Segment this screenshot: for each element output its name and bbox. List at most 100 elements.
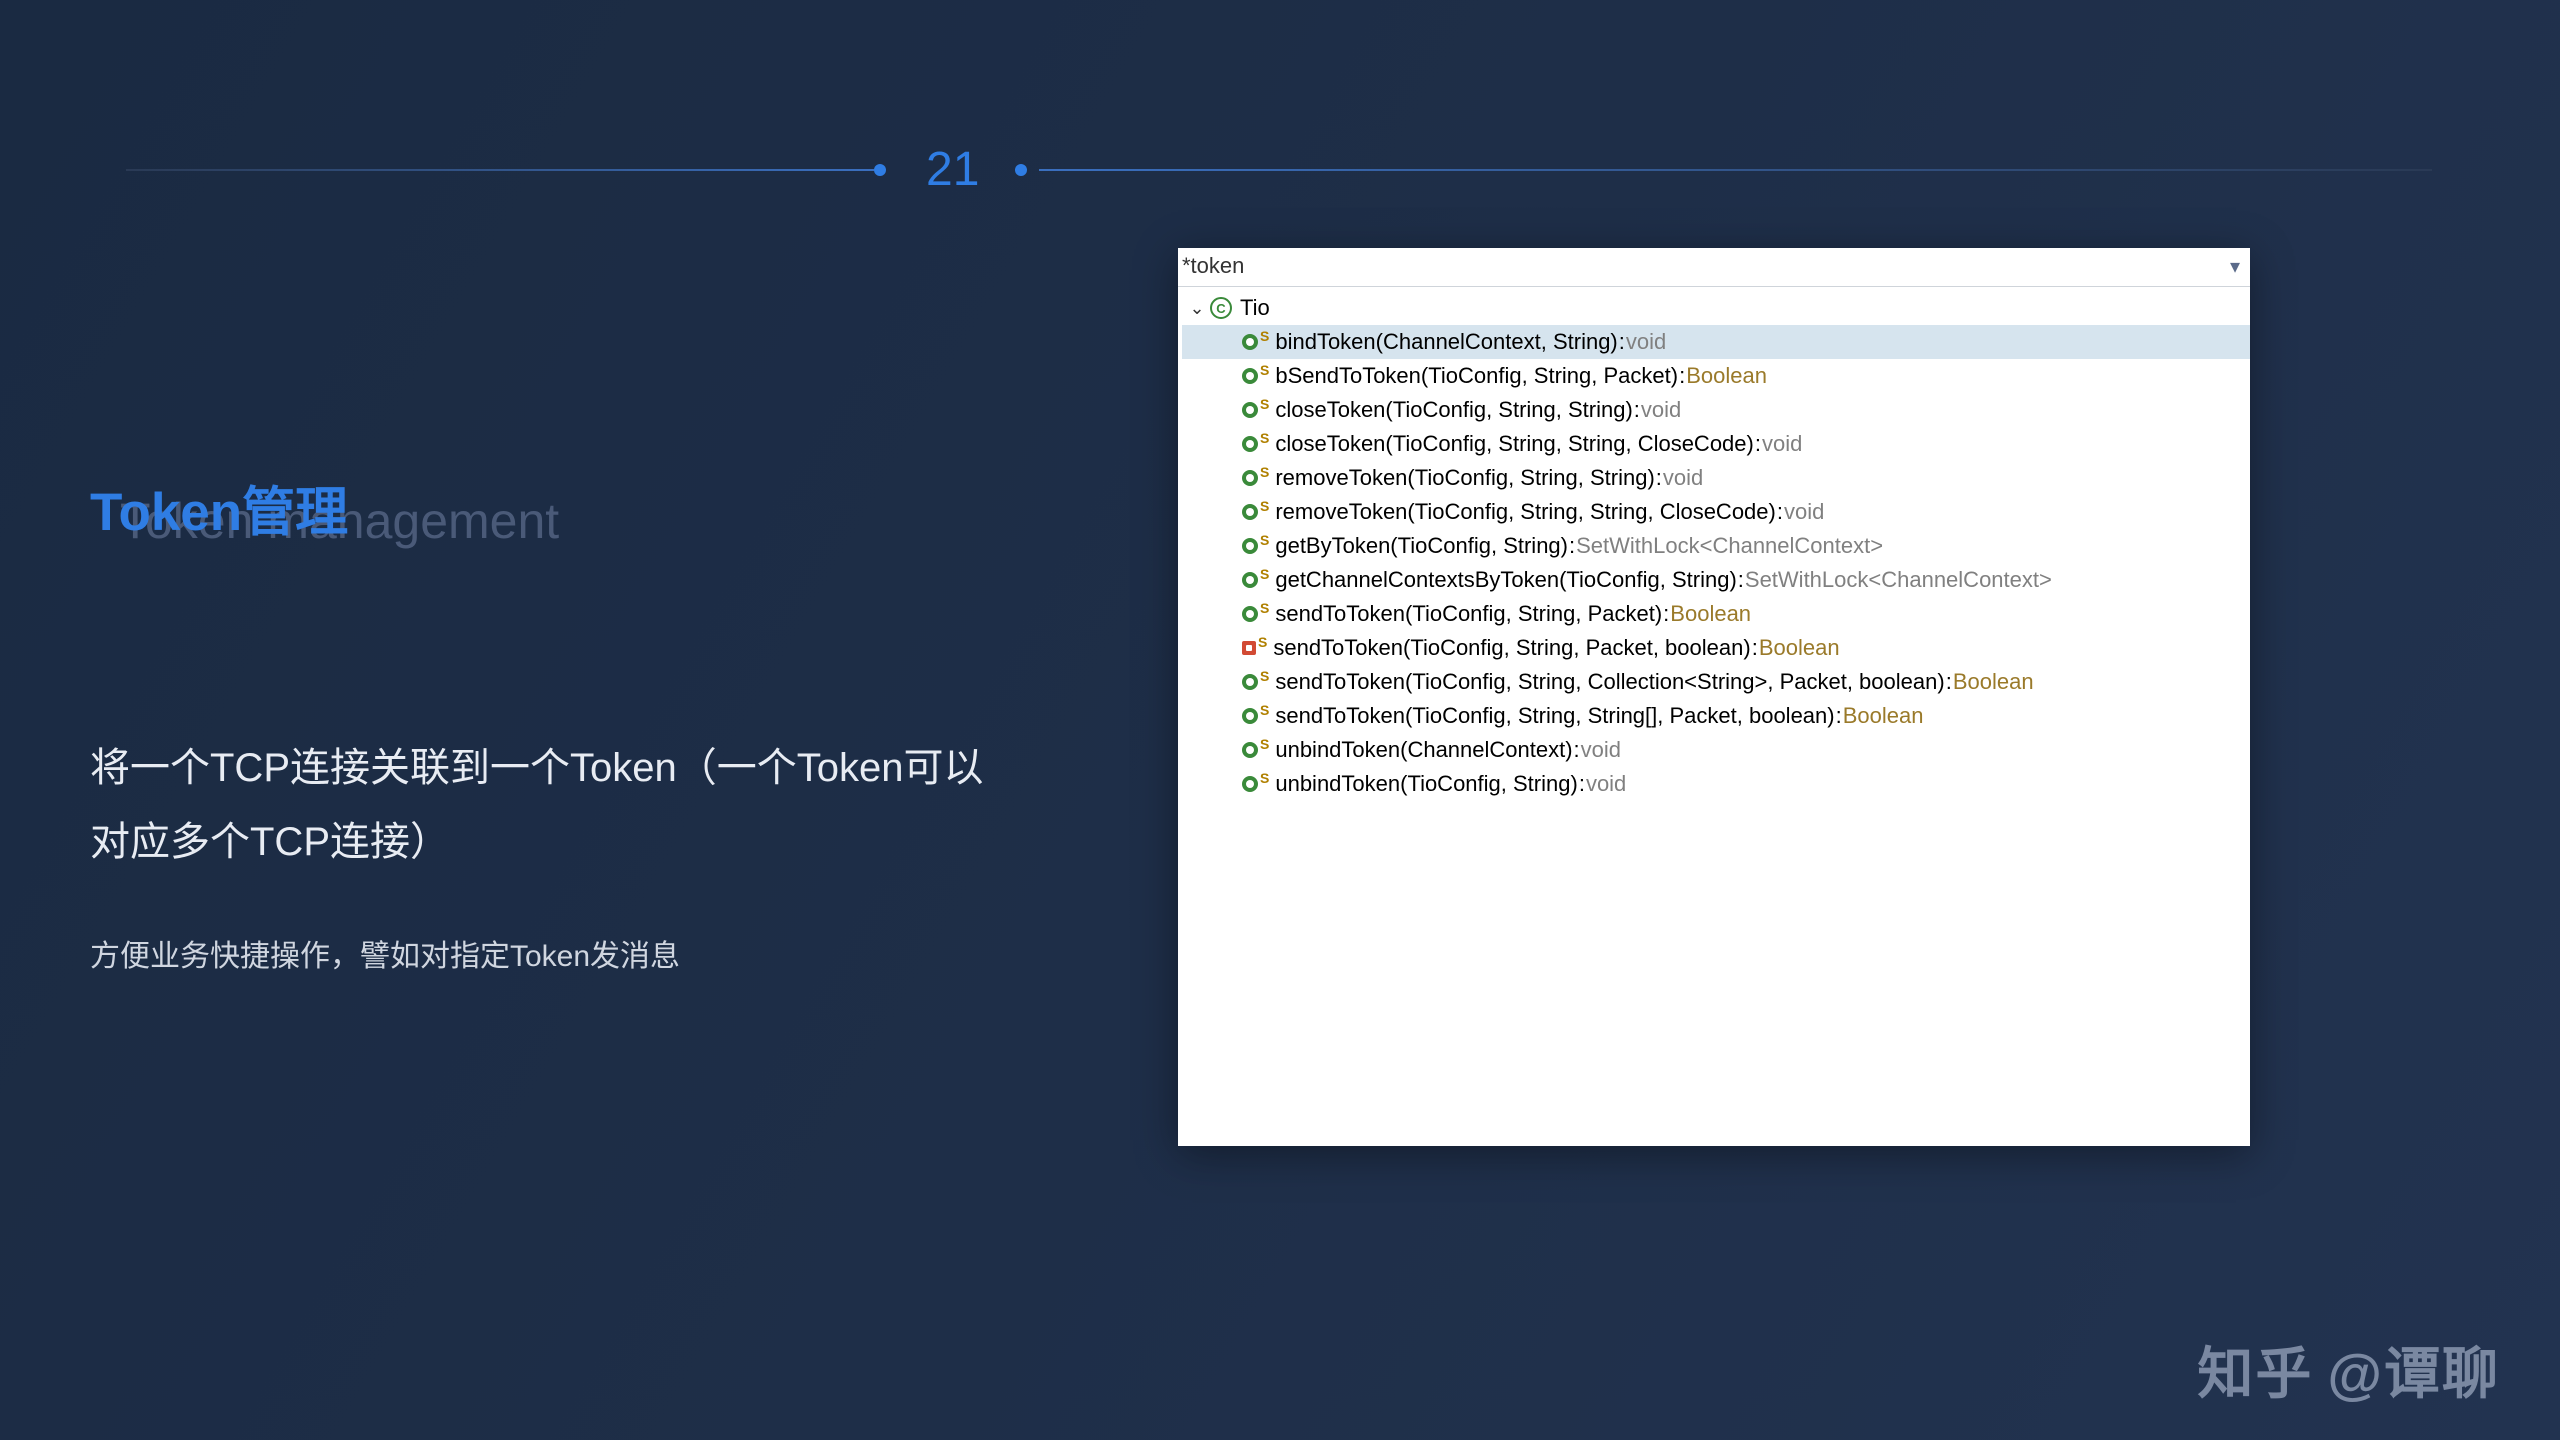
ide-method-row[interactable]: SunbindToken(ChannelContext) : void bbox=[1182, 733, 2250, 767]
ide-method-row[interactable]: SgetChannelContextsByToken(TioConfig, St… bbox=[1182, 563, 2250, 597]
ide-method-row[interactable]: SremoveToken(TioConfig, String, String) … bbox=[1182, 461, 2250, 495]
ide-tree: ⌄ C Tio SbindToken(ChannelContext, Strin… bbox=[1178, 287, 2250, 801]
method-return-type: void bbox=[1762, 431, 1802, 457]
return-separator: : bbox=[1634, 397, 1640, 423]
rule-dot-icon bbox=[1015, 164, 1027, 176]
public-method-icon bbox=[1242, 674, 1258, 690]
ide-method-row[interactable]: SunbindToken(TioConfig, String) : void bbox=[1182, 767, 2250, 801]
ide-method-row[interactable]: SbindToken(ChannelContext, String) : voi… bbox=[1182, 325, 2250, 359]
public-method-icon bbox=[1242, 538, 1258, 554]
method-return-type: void bbox=[1784, 499, 1824, 525]
return-separator: : bbox=[1619, 329, 1625, 355]
return-separator: : bbox=[1579, 771, 1585, 797]
public-method-icon bbox=[1242, 368, 1258, 384]
ide-search-row[interactable]: *token ▾ bbox=[1178, 248, 2250, 287]
static-marker-icon: S bbox=[1260, 566, 1269, 582]
static-marker-icon: S bbox=[1260, 362, 1269, 378]
watermark: 知乎@谭聊 bbox=[2197, 1329, 2500, 1410]
method-return-type: Boolean bbox=[1759, 635, 1840, 661]
dropdown-caret-icon[interactable]: ▾ bbox=[2230, 254, 2240, 279]
static-marker-icon: S bbox=[1260, 532, 1269, 548]
return-separator: : bbox=[1752, 635, 1758, 661]
ide-search-input[interactable]: *token bbox=[1182, 253, 2230, 279]
method-signature: sendToToken(TioConfig, String, Collectio… bbox=[1275, 669, 1944, 695]
method-return-type: Boolean bbox=[1953, 669, 2034, 695]
ide-method-row[interactable]: SbSendToToken(TioConfig, String, Packet)… bbox=[1182, 359, 2250, 393]
rule-right bbox=[1039, 169, 2432, 171]
ide-method-row[interactable]: SgetByToken(TioConfig, String) : SetWith… bbox=[1182, 529, 2250, 563]
ide-method-row[interactable]: SremoveToken(TioConfig, String, String, … bbox=[1182, 495, 2250, 529]
default-method-icon bbox=[1242, 572, 1258, 588]
method-return-type: void bbox=[1663, 465, 1703, 491]
return-separator: : bbox=[1755, 431, 1761, 457]
method-return-type: SetWithLock<ChannelContext> bbox=[1576, 533, 1883, 559]
return-separator: : bbox=[1663, 601, 1669, 627]
static-marker-icon: S bbox=[1260, 430, 1269, 446]
ide-method-row[interactable]: SsendToToken(TioConfig, String, Collecti… bbox=[1182, 665, 2250, 699]
method-signature: bindToken(ChannelContext, String) bbox=[1275, 329, 1617, 355]
slide-title: Token管理 bbox=[90, 470, 1010, 546]
method-signature: unbindToken(ChannelContext) bbox=[1275, 737, 1572, 763]
ide-method-row[interactable]: ScloseToken(TioConfig, String, String) :… bbox=[1182, 393, 2250, 427]
ide-method-row[interactable]: SsendToToken(TioConfig, String, String[]… bbox=[1182, 699, 2250, 733]
method-signature: sendToToken(TioConfig, String, String[],… bbox=[1275, 703, 1834, 729]
public-method-icon bbox=[1242, 708, 1258, 724]
tree-expand-icon[interactable]: ⌄ bbox=[1188, 298, 1206, 319]
method-return-type: void bbox=[1626, 329, 1666, 355]
slide-subdescription: 方便业务快捷操作，譬如对指定Token发消息 bbox=[90, 931, 1010, 975]
method-signature: sendToToken(TioConfig, String, Packet) bbox=[1275, 601, 1662, 627]
method-return-type: void bbox=[1581, 737, 1621, 763]
public-method-icon bbox=[1242, 742, 1258, 758]
rule-left bbox=[126, 169, 874, 171]
method-signature: getChannelContextsByToken(TioConfig, Str… bbox=[1275, 567, 1736, 593]
ide-class-name: Tio bbox=[1240, 295, 1270, 321]
static-marker-icon: S bbox=[1260, 498, 1269, 514]
ide-outline-panel: *token ▾ ⌄ C Tio SbindToken(ChannelConte… bbox=[1178, 248, 2250, 1146]
static-marker-icon: S bbox=[1260, 600, 1269, 616]
public-method-icon bbox=[1242, 606, 1258, 622]
public-method-icon bbox=[1242, 470, 1258, 486]
class-icon: C bbox=[1210, 297, 1232, 319]
watermark-site: 知乎 bbox=[2197, 1342, 2313, 1405]
static-marker-icon: S bbox=[1260, 464, 1269, 480]
watermark-author: @谭聊 bbox=[2327, 1342, 2500, 1405]
page-number: 21 bbox=[926, 142, 979, 197]
method-signature: removeToken(TioConfig, String, String) bbox=[1275, 465, 1654, 491]
private-method-icon bbox=[1242, 641, 1256, 655]
ide-method-row[interactable]: SsendToToken(TioConfig, String, Packet) … bbox=[1182, 597, 2250, 631]
left-column: Token management Token管理 将一个TCP连接关联到一个To… bbox=[90, 470, 1010, 975]
return-separator: : bbox=[1679, 363, 1685, 389]
public-method-icon bbox=[1242, 402, 1258, 418]
public-method-icon bbox=[1242, 436, 1258, 452]
static-marker-icon: S bbox=[1260, 702, 1269, 718]
method-return-type: void bbox=[1586, 771, 1626, 797]
method-signature: removeToken(TioConfig, String, String, C… bbox=[1275, 499, 1776, 525]
return-separator: : bbox=[1836, 703, 1842, 729]
return-separator: : bbox=[1569, 533, 1575, 559]
ide-class-row[interactable]: ⌄ C Tio bbox=[1182, 291, 2250, 325]
method-return-type: Boolean bbox=[1843, 703, 1924, 729]
public-method-icon bbox=[1242, 334, 1258, 350]
static-marker-icon: S bbox=[1260, 396, 1269, 412]
return-separator: : bbox=[1777, 499, 1783, 525]
static-marker-icon: S bbox=[1258, 634, 1267, 650]
public-method-icon bbox=[1242, 504, 1258, 520]
method-signature: closeToken(TioConfig, String, String) bbox=[1275, 397, 1632, 423]
header-rule: 21 bbox=[126, 142, 2432, 197]
slide-description: 将一个TCP连接关联到一个Token（一个Token可以对应多个TCP连接） bbox=[90, 731, 1010, 879]
static-marker-icon: S bbox=[1260, 328, 1269, 344]
ide-method-row[interactable]: ScloseToken(TioConfig, String, String, C… bbox=[1182, 427, 2250, 461]
static-marker-icon: S bbox=[1260, 668, 1269, 684]
ide-method-row[interactable]: SsendToToken(TioConfig, String, Packet, … bbox=[1182, 631, 2250, 665]
ide-method-list: SbindToken(ChannelContext, String) : voi… bbox=[1182, 325, 2250, 801]
method-signature: getByToken(TioConfig, String) bbox=[1275, 533, 1568, 559]
method-signature: unbindToken(TioConfig, String) bbox=[1275, 771, 1577, 797]
method-signature: closeToken(TioConfig, String, String, Cl… bbox=[1275, 431, 1754, 457]
rule-right-wrap bbox=[1015, 164, 2432, 176]
static-marker-icon: S bbox=[1260, 770, 1269, 786]
method-return-type: void bbox=[1641, 397, 1681, 423]
method-return-type: Boolean bbox=[1670, 601, 1751, 627]
return-separator: : bbox=[1738, 567, 1744, 593]
public-method-icon bbox=[1242, 776, 1258, 792]
return-separator: : bbox=[1656, 465, 1662, 491]
